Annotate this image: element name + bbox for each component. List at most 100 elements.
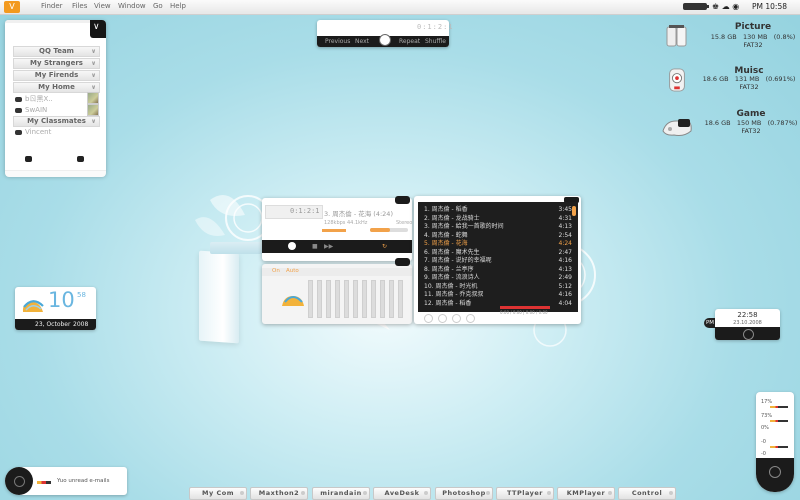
group-my-strangers[interactable]: My Strangers ∨ — [13, 58, 100, 69]
gauge-knob-icon[interactable] — [769, 466, 781, 478]
eq-slider[interactable] — [308, 280, 313, 318]
music-drive-icon[interactable] — [666, 68, 688, 92]
dock-button-label: Maxthon2 — [258, 489, 300, 497]
playlist-item[interactable]: 3. 周杰倫 - 給我一首歌的时间 4:13 — [424, 223, 572, 231]
playlist-item[interactable]: 7. 周杰倫 - 说好的幸福呢 4:16 — [424, 257, 572, 265]
mail-notifier[interactable]: Yuo unread e-mails — [5, 467, 127, 495]
playlist-scrollbar[interactable] — [572, 206, 576, 216]
chat-bubble-icon[interactable] — [77, 156, 84, 162]
equalizer-window: On Auto — [262, 258, 412, 324]
volume-bar[interactable] — [322, 229, 346, 232]
eq-auto-toggle[interactable]: Auto — [286, 268, 299, 274]
picture-drive-icon[interactable] — [666, 24, 688, 48]
dock-button[interactable]: Photoshop — [435, 487, 493, 500]
playlist-item-duration: 3:45 — [558, 206, 572, 213]
seek-bar[interactable] — [370, 228, 408, 232]
next-button[interactable]: Next — [355, 38, 369, 45]
contact-item[interactable]: Vincent — [15, 128, 51, 136]
group-my-classmates[interactable]: My Classmates ∨ — [13, 116, 100, 127]
dock-button-label: AveDesk — [384, 489, 420, 497]
contact-item[interactable]: bㄖ黑X.. — [15, 94, 53, 104]
eq-on-toggle[interactable]: On — [272, 268, 280, 274]
playlist-item[interactable]: 5. 周杰倫 - 花海 4:24 — [424, 240, 572, 248]
eq-slider[interactable] — [326, 280, 331, 318]
eq-slider[interactable] — [398, 280, 403, 318]
dock-button[interactable]: AveDesk — [373, 487, 431, 500]
add-icon[interactable] — [424, 314, 433, 323]
buddy-collapse-button[interactable]: ∨ — [90, 20, 106, 38]
shuffle-button[interactable]: Shuffle — [425, 38, 446, 45]
dock-button[interactable]: KMPlayer — [557, 487, 615, 500]
bitrate: 128kbps — [324, 220, 346, 226]
eq-minimize-button[interactable] — [395, 258, 410, 266]
drive-percent: (0.691%) — [765, 75, 796, 83]
playlist-item-duration: 2:49 — [558, 274, 572, 281]
seek-progress — [370, 228, 390, 232]
eq-slider[interactable] — [380, 280, 385, 318]
eq-slider[interactable] — [389, 280, 394, 318]
stop-icon[interactable]: ■ — [312, 243, 318, 250]
playlist-item[interactable]: 6. 周杰倫 - 魔术先生 2:47 — [424, 249, 572, 257]
playlist-item-duration: 2:54 — [558, 231, 572, 239]
playlist-item[interactable]: 9. 周杰倫 - 流浪诗人 2:49 — [424, 274, 572, 282]
dock-button-label: Photoshop — [442, 489, 486, 497]
playlist-item[interactable]: 10. 周杰倫 - 时光机 5:12 — [424, 283, 572, 291]
mini-player-time: 0:1:2:1 — [417, 23, 454, 31]
menu-finder[interactable]: Finder — [41, 2, 63, 10]
repeat-button[interactable]: Repeat — [399, 38, 420, 45]
play-button[interactable] — [379, 34, 391, 46]
dock-button[interactable]: My Com — [189, 487, 247, 500]
previous-button[interactable]: Previous — [325, 38, 350, 45]
dock-indicator-icon — [240, 491, 244, 495]
buddy-footer — [5, 170, 106, 177]
select-icon[interactable] — [452, 314, 461, 323]
menu-view[interactable]: View — [94, 2, 111, 10]
menubar-clock[interactable]: PM 10:58 — [752, 2, 787, 11]
playlist-item[interactable]: 2. 周杰倫 - 龙战骑士 4:31 — [424, 215, 572, 223]
mail-dial-icon — [14, 476, 25, 487]
next-icon[interactable]: ▶▶ — [324, 243, 333, 250]
chat-bubble-icon — [15, 96, 22, 102]
chat-bubble-icon — [15, 129, 22, 135]
contact-item[interactable]: SwAIN — [15, 106, 47, 114]
clock-knob-icon[interactable] — [743, 329, 754, 340]
playlist-item-title: 1. 周杰倫 - 稻香 — [424, 206, 468, 213]
playlist-item[interactable]: 8. 周杰倫 - 兰亭序 4:13 — [424, 266, 572, 274]
settings-icon[interactable] — [25, 156, 32, 162]
sort-icon[interactable] — [466, 314, 475, 323]
drive-name: Game — [736, 109, 766, 119]
menu-go[interactable]: Go — [153, 2, 163, 10]
repeat-icon[interactable]: ↻ — [382, 243, 387, 250]
eq-slider[interactable] — [362, 280, 367, 318]
tray-icons[interactable]: ♚ ☁ ◉ — [712, 2, 739, 11]
game-drive-icon[interactable] — [660, 113, 694, 139]
player-minimize-button[interactable] — [395, 196, 410, 204]
eq-slider[interactable] — [335, 280, 340, 318]
remove-icon[interactable] — [438, 314, 447, 323]
dock-button[interactable]: Control — [618, 487, 676, 500]
playlist-item[interactable]: 4. 周杰倫 - 蛇舞 2:54 — [424, 232, 572, 240]
dock-button[interactable]: TTPlayer — [496, 487, 554, 500]
mail-knob-icon[interactable] — [5, 467, 33, 495]
playlist-item[interactable]: 11. 周杰倫 - 乔克叔叔 4:16 — [424, 291, 572, 299]
playlist-item[interactable]: 1. 周杰倫 - 稻香 3:45 — [424, 206, 572, 214]
gauge-label: 73% — [761, 413, 773, 419]
eq-slider[interactable] — [317, 280, 322, 318]
eq-slider[interactable] — [371, 280, 376, 318]
playlist-item-duration: 2:47 — [558, 248, 572, 256]
mini-player: 0:1:2:1 Previous Next Repeat Shuffle — [317, 20, 453, 47]
dock-button[interactable]: Maxthon2 — [250, 487, 308, 500]
group-my-firends[interactable]: My Firends ∨ — [13, 70, 100, 81]
dock-button[interactable]: mirandain — [312, 487, 370, 500]
battery-icon[interactable] — [683, 3, 709, 10]
play-button[interactable] — [288, 242, 296, 250]
eq-slider[interactable] — [353, 280, 358, 318]
dock-button-label: TTPlayer — [506, 489, 544, 497]
dock-button-label: mirandain — [320, 489, 362, 497]
menu-window[interactable]: Window — [118, 2, 146, 10]
system-menu-button[interactable]: V — [4, 1, 20, 13]
menu-help[interactable]: Help — [170, 2, 186, 10]
group-qq-team[interactable]: QQ Team ∨ — [13, 46, 100, 57]
eq-slider[interactable] — [344, 280, 349, 318]
menu-files[interactable]: Files — [72, 2, 87, 10]
